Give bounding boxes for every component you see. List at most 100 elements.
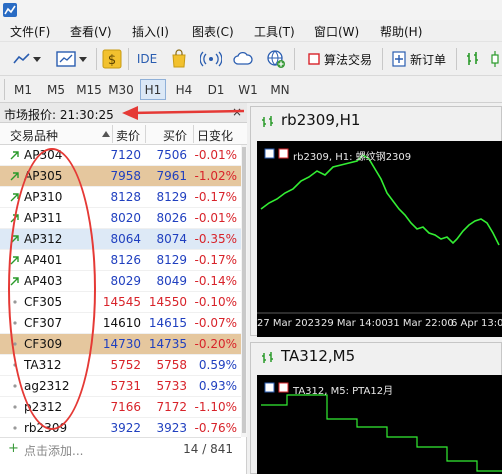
- timeframe-m5[interactable]: M5: [42, 79, 70, 100]
- signal-icon: [200, 51, 222, 67]
- chart-window-ta312[interactable]: TA312,M5 TA312, M5: PTA12月: [250, 342, 502, 474]
- change-cell: -0.01%: [194, 148, 237, 162]
- trend-up-icon: [10, 172, 19, 181]
- scrollbar-thumb[interactable]: [242, 147, 246, 433]
- chart-title: TA312,M5: [281, 347, 356, 365]
- bid-cell: 14730: [102, 337, 141, 351]
- menu-charts[interactable]: 图表(C): [192, 23, 234, 40]
- menu-help[interactable]: 帮助(H): [380, 23, 422, 40]
- chart-date-label: 27 Mar 2023: [257, 318, 321, 329]
- change-cell: -0.35%: [194, 232, 237, 246]
- chart-type-button[interactable]: [8, 47, 46, 71]
- algo-trading-button[interactable]: 算法交易: [302, 47, 378, 71]
- menu-tools[interactable]: 工具(T): [254, 23, 295, 40]
- trend-up-icon: [10, 151, 19, 160]
- dot-icon: [13, 426, 17, 430]
- add-symbol-label[interactable]: 点击添加...: [24, 442, 83, 459]
- chart-area[interactable]: rb2309, H1: 螺纹钢2309 27 Mar 2023 29 Mar 1…: [257, 141, 502, 337]
- timeframe-h4[interactable]: H4: [172, 79, 196, 100]
- change-cell: -0.01%: [194, 211, 237, 225]
- bar-chart-button[interactable]: [462, 47, 484, 71]
- sort-up-icon: [102, 131, 110, 137]
- chart-title: rb2309,H1: [281, 111, 361, 129]
- add-symbol-row[interactable]: + 点击添加... 14 / 841: [0, 437, 241, 459]
- timeframe-d1[interactable]: D1: [204, 79, 228, 100]
- chart-window-rb2309[interactable]: rb2309,H1 rb2309, H1: 螺纹钢2309 27 Mar 202…: [250, 106, 502, 337]
- bid-cell: 5752: [110, 358, 141, 372]
- templates-button[interactable]: [52, 47, 92, 71]
- chart-bars-icon: [262, 352, 273, 363]
- change-cell: -0.14%: [194, 274, 237, 288]
- timeframe-h1[interactable]: H1: [140, 79, 166, 100]
- line-chart-icon: [13, 53, 30, 64]
- column-symbol[interactable]: 交易品种: [10, 127, 58, 144]
- svg-text:$: $: [108, 53, 116, 68]
- menu-window[interactable]: 窗口(W): [314, 23, 359, 40]
- new-order-icon: [392, 51, 406, 67]
- ask-cell: 8049: [156, 274, 187, 288]
- app-logo-icon: [3, 3, 17, 17]
- change-cell: -1.02%: [194, 169, 237, 183]
- annotation-ellipse: [8, 148, 96, 430]
- market-button[interactable]: [168, 47, 190, 71]
- plus-icon: +: [8, 441, 19, 456]
- ask-cell: 14550: [148, 295, 187, 309]
- bid-cell: 5731: [110, 379, 141, 393]
- community-button[interactable]: [264, 47, 288, 71]
- candles-button[interactable]: [488, 47, 502, 71]
- bid-cell: 7958: [110, 169, 141, 183]
- vps-button[interactable]: [232, 47, 254, 71]
- ask-cell: 8129: [156, 190, 187, 204]
- chevron-down-icon: [33, 57, 41, 62]
- dollar-button[interactable]: $: [100, 47, 124, 71]
- bid-cell: 7120: [110, 148, 141, 162]
- timeframe-m30[interactable]: M30: [106, 79, 136, 100]
- chart-bars-icon: [262, 116, 273, 127]
- ask-cell: 5733: [156, 379, 187, 393]
- column-bid[interactable]: 卖价: [116, 127, 140, 144]
- bid-cell: 8020: [110, 211, 141, 225]
- ask-cell: 14735: [148, 337, 187, 351]
- column-change[interactable]: 日变化: [197, 127, 233, 144]
- menu-view[interactable]: 查看(V): [70, 23, 112, 40]
- market-watch-column-headers: 交易品种 卖价 买价 日变化: [0, 123, 247, 145]
- ide-button[interactable]: IDE: [134, 47, 160, 71]
- ask-cell: 8129: [156, 253, 187, 267]
- ask-cell: 3923: [156, 421, 187, 435]
- column-ask[interactable]: 买价: [163, 127, 187, 144]
- change-cell: -1.10%: [194, 400, 237, 414]
- bid-cell: 8029: [110, 274, 141, 288]
- new-order-button[interactable]: 新订单: [388, 47, 450, 71]
- chart-date-label: 31 Mar 22:00: [387, 318, 454, 329]
- stop-icon: [308, 53, 320, 65]
- ask-cell: 7172: [156, 400, 187, 414]
- symbol-count: 14 / 841: [183, 442, 233, 456]
- price-candles: [257, 148, 502, 314]
- chart-window-icon: [56, 51, 76, 67]
- bid-cell: 14545: [102, 295, 141, 309]
- bars-icon: [467, 52, 478, 65]
- ask-cell: 8074: [156, 232, 187, 246]
- chart-symbol-label: rb2309, H1: 螺纹钢2309: [293, 152, 412, 163]
- bid-cell: 7166: [110, 400, 141, 414]
- timeframe-mn[interactable]: MN: [266, 79, 294, 100]
- dot-icon: [13, 405, 17, 409]
- timeframe-m15[interactable]: M15: [74, 79, 104, 100]
- chart-area[interactable]: TA312, M5: PTA12月: [257, 375, 502, 474]
- menu-insert[interactable]: 插入(I): [132, 23, 169, 40]
- timeframe-bar: M1 M5 M15 M30 H1 H4 D1 W1 MN: [0, 76, 502, 103]
- ask-cell: 8026: [156, 211, 187, 225]
- signals-button[interactable]: [198, 47, 224, 71]
- timeframe-m1[interactable]: M1: [10, 79, 36, 100]
- change-cell: 0.93%: [198, 379, 237, 393]
- market-watch-title: 市场报价: 21:30:25: [4, 108, 114, 122]
- chart-symbol-label: TA312, M5: PTA12月: [293, 386, 394, 397]
- shopping-bag-icon: [172, 49, 186, 68]
- ask-cell: 5758: [156, 358, 187, 372]
- toolbar: $ IDE 算法交易 新订单: [0, 42, 502, 76]
- chevron-down-icon: [79, 57, 87, 62]
- menu-bar: 文件(F) 查看(V) 插入(I) 图表(C) 工具(T) 窗口(W) 帮助(H…: [0, 20, 502, 42]
- change-cell: -0.20%: [194, 337, 237, 351]
- timeframe-w1[interactable]: W1: [236, 79, 260, 100]
- menu-file[interactable]: 文件(F): [10, 23, 50, 40]
